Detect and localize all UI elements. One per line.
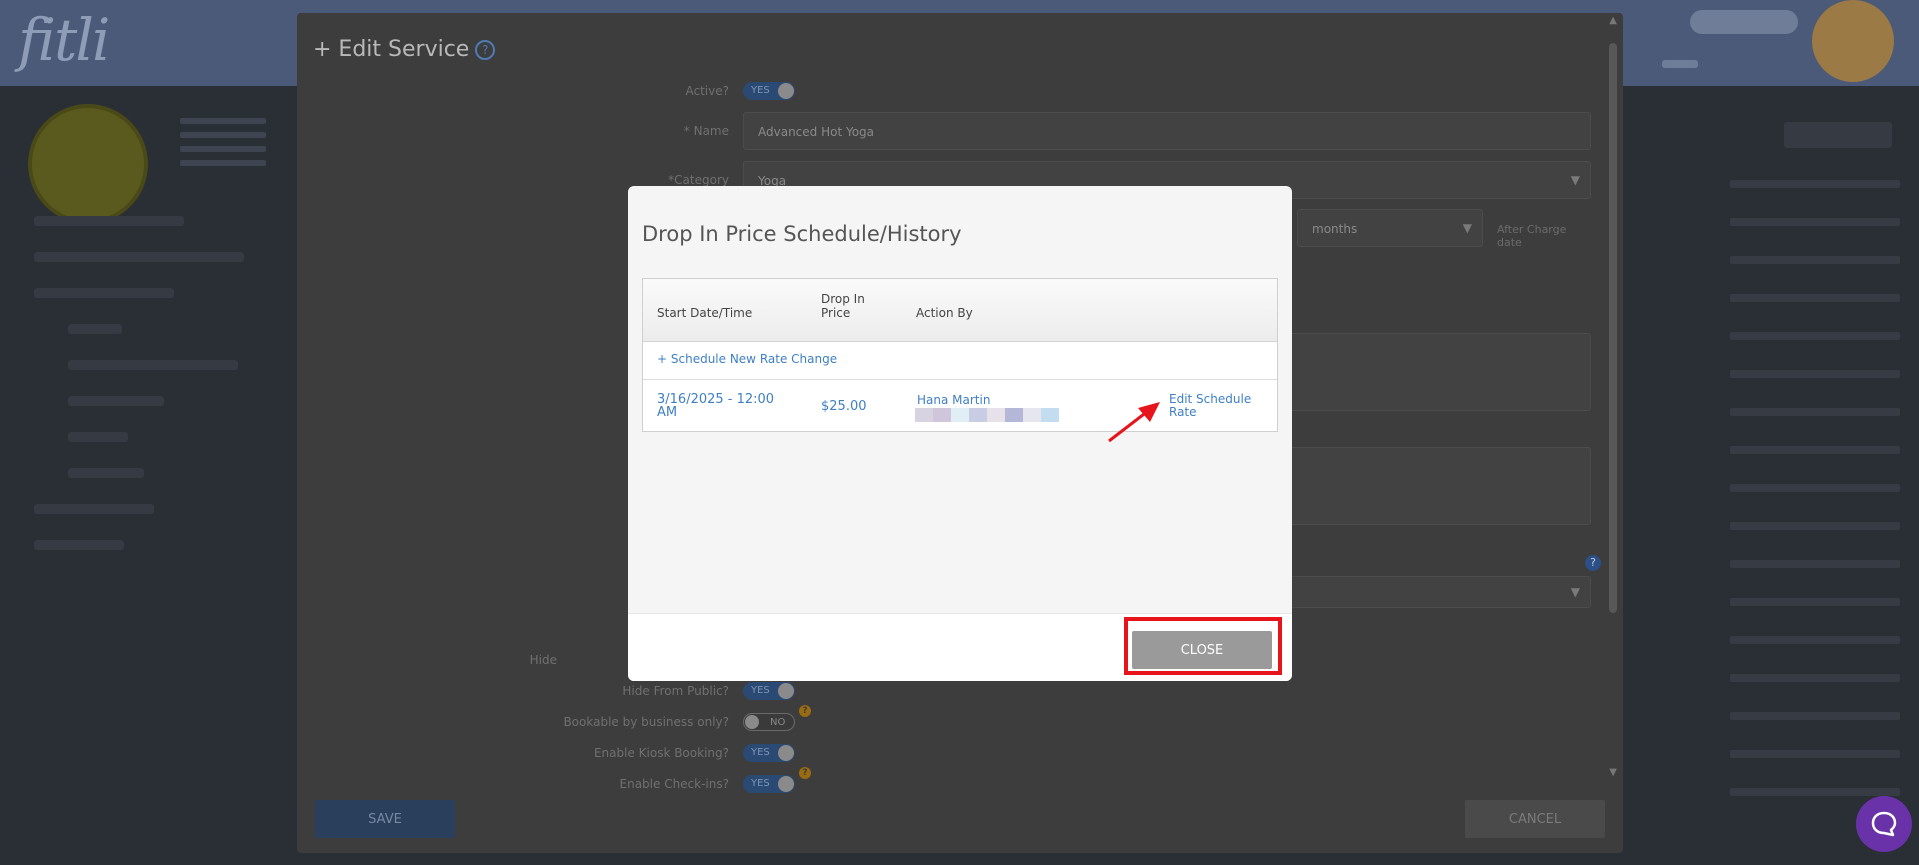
scroll-down-icon[interactable]: ▼ <box>1609 767 1617 778</box>
edit-service-title-text: + Edit Service <box>313 37 470 62</box>
sidebar-subitem[interactable] <box>68 396 164 406</box>
hide-label: Hide <box>529 653 557 667</box>
business-info <box>180 118 266 174</box>
kiosk-toggle[interactable]: YES <box>743 744 795 762</box>
category-label: *Category <box>668 173 729 187</box>
after-charge-label: After Charge date <box>1497 223 1567 249</box>
chat-support-button[interactable] <box>1856 796 1912 852</box>
sidebar-item[interactable] <box>34 252 244 262</box>
active-label: Active? <box>685 84 730 98</box>
chat-icon <box>1871 811 1897 837</box>
header-menu-item[interactable] <box>1662 60 1698 68</box>
price-history-table: Start Date/Time Drop In Price Action By … <box>642 278 1278 432</box>
annotation-arrow <box>1104 396 1164 450</box>
sidebar-nav <box>34 216 294 576</box>
sidebar-item[interactable] <box>34 216 184 226</box>
checkins-toggle[interactable]: YES <box>743 775 795 793</box>
hide-public-label: Hide From Public? <box>622 684 729 698</box>
kiosk-label: Enable Kiosk Booking? <box>593 746 729 760</box>
right-list <box>1730 180 1900 826</box>
chevron-down-icon: ▼ <box>1570 173 1580 187</box>
warning-icon[interactable]: ? <box>799 705 811 717</box>
schedule-row: + Schedule New Rate Change <box>643 341 1277 380</box>
edit-schedule-rate-link[interactable]: Edit Schedule Rate <box>1169 393 1259 419</box>
row-price: $25.00 <box>821 399 867 414</box>
sidebar-subitem[interactable] <box>68 468 144 478</box>
row-action-by: Hana Martin <box>917 393 991 407</box>
bookable-toggle[interactable]: NO <box>743 713 795 731</box>
name-label: * Name <box>683 124 729 138</box>
table-header: Start Date/Time Drop In Price Action By <box>643 279 1277 342</box>
right-action-button[interactable] <box>1784 122 1892 148</box>
scrollbar[interactable] <box>1609 43 1617 613</box>
checkins-label: Enable Check-ins? <box>619 777 730 791</box>
user-avatar[interactable] <box>1812 0 1894 82</box>
redacted-email <box>915 408 1059 422</box>
column-header-start: Start Date/Time <box>657 306 753 320</box>
period-select[interactable]: months ▼ <box>1297 209 1483 247</box>
warning-icon[interactable]: ? <box>799 767 811 779</box>
sidebar-subitem[interactable] <box>68 324 122 334</box>
column-header-action-by: Action By <box>916 306 973 320</box>
bookable-label: Bookable by business only? <box>563 715 729 729</box>
name-input[interactable]: Advanced Hot Yoga <box>743 112 1591 150</box>
sidebar-item[interactable] <box>34 504 154 514</box>
modal-title: Drop In Price Schedule/History <box>642 222 962 246</box>
header-account-pill[interactable] <box>1690 10 1798 34</box>
edit-service-title: + Edit Service? <box>313 37 496 62</box>
sidebar-subitem[interactable] <box>68 360 238 370</box>
save-button[interactable]: SAVE <box>315 800 455 838</box>
help-icon[interactable]: ? <box>475 40 496 60</box>
column-header-price: Drop In Price <box>821 292 865 320</box>
help-icon[interactable]: ? <box>1585 555 1601 571</box>
price-schedule-modal: Drop In Price Schedule/History Start Dat… <box>628 186 1292 681</box>
schedule-new-rate-link[interactable]: + Schedule New Rate Change <box>657 352 837 366</box>
chevron-down-icon: ▼ <box>1462 221 1472 235</box>
app-logo[interactable]: fitli <box>18 6 110 74</box>
row-start-date: 3/16/2025 - 12:00 AM <box>657 392 775 420</box>
hide-public-toggle[interactable]: YES <box>743 682 795 700</box>
annotation-highlight-box <box>1124 617 1282 675</box>
scroll-up-icon[interactable]: ▲ <box>1609 15 1617 26</box>
cancel-button[interactable]: CANCEL <box>1465 800 1605 838</box>
active-toggle[interactable]: YES <box>743 82 795 100</box>
business-logo <box>28 104 148 224</box>
sidebar-subitem[interactable] <box>68 432 128 442</box>
sidebar-item[interactable] <box>34 288 174 298</box>
chevron-down-icon: ▼ <box>1570 585 1580 599</box>
period-value: months <box>1312 222 1358 236</box>
table-row: 3/16/2025 - 12:00 AM $25.00 Hana Martin … <box>643 380 1277 432</box>
sidebar-item[interactable] <box>34 540 124 550</box>
